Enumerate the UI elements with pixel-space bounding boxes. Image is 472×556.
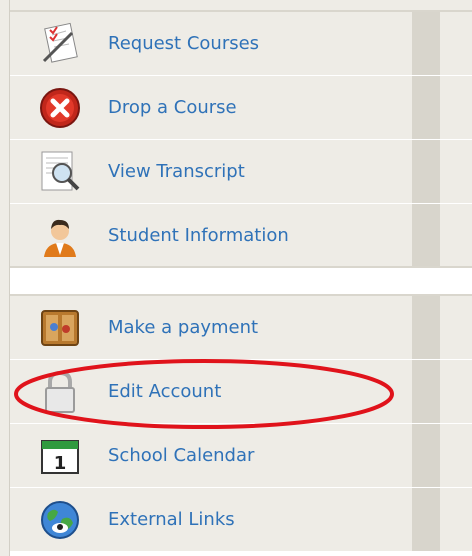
menu-item-label: School Calendar (108, 445, 255, 466)
drop-course-icon (40, 88, 80, 128)
menu-item-make-payment[interactable]: Make a payment (10, 296, 472, 360)
wallet-icon (41, 310, 79, 346)
menu-item-label: Request Courses (108, 33, 260, 54)
left-border (0, 0, 10, 556)
menu-spacer (10, 266, 472, 296)
menu-item-view-transcript[interactable]: View Transcript (10, 140, 472, 204)
menu-item-request-courses[interactable]: Request Courses (10, 12, 472, 76)
request-courses-icon (42, 22, 78, 63)
menu-item-label: Student Information (108, 225, 289, 246)
svg-text:1: 1 (54, 453, 67, 474)
menu-item-school-calendar[interactable]: 1 School Calendar (10, 424, 472, 488)
menu-item-label: External Links (108, 509, 235, 530)
menu-item-external-links[interactable]: External Links (10, 488, 472, 552)
menu-top-strip (10, 0, 472, 12)
menu-item-student-information[interactable]: Student Information (10, 204, 472, 268)
menu-item-label: View Transcript (108, 161, 245, 182)
menu-item-label: Make a payment (108, 317, 259, 338)
highlight-ellipse (14, 359, 394, 429)
menu-item-drop-course[interactable]: Drop a Course (10, 76, 472, 140)
transcript-icon (41, 151, 80, 191)
student-icon (44, 219, 76, 257)
calendar-icon: 1 (41, 440, 79, 474)
side-menu: Request Courses Drop a Course View Trans… (0, 0, 472, 556)
menu-item-label: Drop a Course (108, 97, 237, 118)
globe-icon (41, 501, 79, 539)
